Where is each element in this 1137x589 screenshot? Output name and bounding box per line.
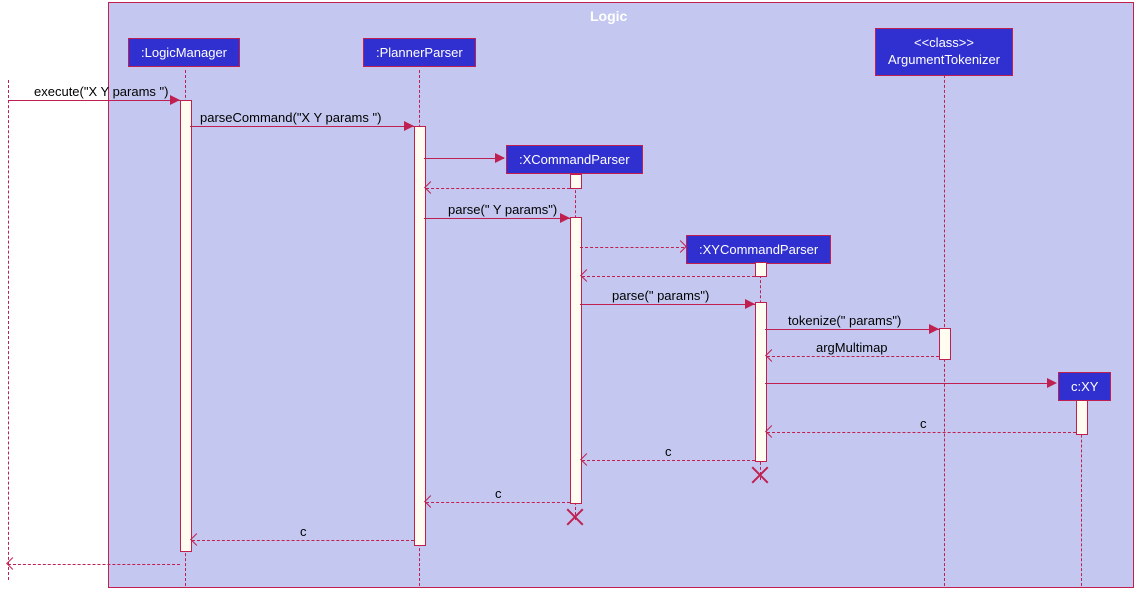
arrow-tokenize: [765, 329, 939, 330]
lifeline-external: [8, 80, 9, 580]
arrow-return-xcommand: [426, 188, 570, 189]
arrowhead-tokenize: [929, 324, 939, 334]
activation-xcommand-parser-2: [570, 217, 582, 504]
actor-logic-manager: :LogicManager: [128, 38, 240, 67]
msg-parseParams: parse(" params"): [612, 288, 709, 303]
frame-title: Logic: [580, 4, 647, 28]
actor-xycommand-parser: :XYCommandParser: [686, 235, 831, 264]
arrow-c2: [582, 460, 755, 461]
msg-c2: c: [665, 444, 672, 459]
msg-parseY: parse(" Y params"): [448, 202, 557, 217]
arrow-argMultimap: [767, 356, 939, 357]
activation-logic-manager: [180, 100, 192, 552]
arrowhead-create-xcommand: [495, 153, 505, 163]
msg-c4: c: [300, 524, 307, 539]
activation-xycommand-parser-1: [755, 262, 767, 277]
actor-cxy: c:XY: [1058, 372, 1111, 401]
arrow-create-xycommand: [580, 247, 684, 248]
msg-c1: c: [920, 416, 927, 431]
activation-xycommand-parser-2: [755, 302, 767, 462]
msg-parseCommand: parseCommand("X Y params "): [200, 110, 381, 125]
actor-argument-tokenizer: <<class>> ArgumentTokenizer: [875, 28, 1013, 76]
arrowhead-execute: [170, 95, 180, 105]
msg-execute: execute("X Y params "): [34, 84, 168, 99]
arrow-execute: [8, 100, 180, 101]
arrowhead-parseParams: [745, 299, 755, 309]
arrow-parseCommand: [190, 126, 414, 127]
msg-argMultimap: argMultimap: [816, 340, 888, 355]
arrow-create-xcommand: [424, 158, 504, 159]
arrow-c3: [426, 502, 570, 503]
arrowhead-create-cxy: [1047, 378, 1057, 388]
arrowhead-parseY: [560, 213, 570, 223]
actor-planner-parser: :PlannerParser: [363, 38, 476, 67]
msg-tokenize: tokenize(" params"): [788, 313, 901, 328]
sequence-diagram: Logic :LogicManager :PlannerParser <<cla…: [0, 0, 1137, 589]
arrow-parseY: [424, 218, 570, 219]
arrow-return-xycommand: [582, 276, 755, 277]
arrow-c1: [767, 432, 1076, 433]
arrow-c4: [192, 540, 414, 541]
arrow-return-external: [8, 564, 180, 565]
activation-argument-tokenizer: [939, 328, 951, 360]
msg-c3: c: [495, 486, 502, 501]
arrowhead-parseCommand: [404, 121, 414, 131]
activation-xcommand-parser-1: [570, 174, 582, 189]
destroy-xcommand: [566, 508, 584, 526]
activation-cxy: [1076, 400, 1088, 435]
arrow-create-cxy: [765, 383, 1055, 384]
arrow-parseParams: [580, 304, 755, 305]
lifeline-argument-tokenizer: [944, 60, 945, 586]
destroy-xycommand: [751, 466, 769, 484]
actor-xcommand-parser: :XCommandParser: [506, 145, 643, 174]
activation-planner-parser: [414, 126, 426, 546]
